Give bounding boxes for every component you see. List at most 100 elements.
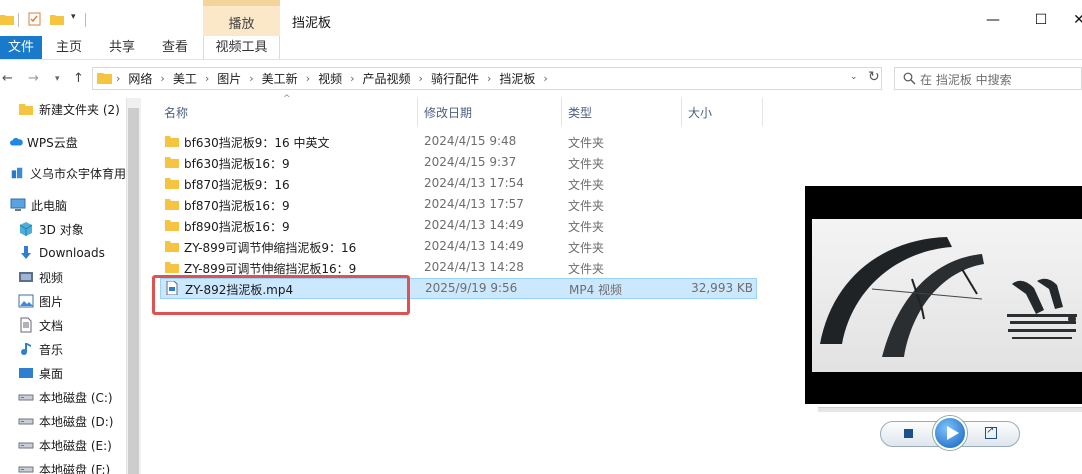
sidebar-item-3d-objects[interactable]: 3D 对象 [18, 218, 84, 240]
sidebar-item-label: 本地磁盘 (C:) [39, 390, 113, 405]
sidebar-item-pictures[interactable]: 图片 [18, 290, 63, 312]
download-icon [21, 246, 31, 259]
properties-icon[interactable] [28, 12, 42, 26]
sidebar-item-drive-c[interactable]: 本地磁盘 (C:) [18, 386, 113, 408]
sidebar-item-this-pc[interactable]: 此电脑 [10, 194, 67, 216]
sidebar-item-wps-cloud[interactable]: WPS云盘 [10, 131, 78, 153]
breadcrumb-cycling-accessories[interactable]: 骑行配件 [431, 70, 479, 87]
file-row[interactable]: ZY-899可调节伸缩挡泥板9：16 2024/4/13 14:49 文件夹 [160, 236, 757, 257]
file-type: 文件夹 [568, 199, 605, 213]
context-tab-header-strip [203, 0, 280, 6]
title-bar [0, 0, 1082, 36]
forward-arrow-icon[interactable]: → [28, 71, 39, 86]
sidebar-item-drive-e[interactable]: 本地磁盘 (E:) [18, 434, 112, 456]
folder-icon [165, 136, 179, 147]
breadcrumb-chevron-icon[interactable]: › [419, 72, 423, 85]
breadcrumb-chevron-icon[interactable]: › [543, 72, 547, 85]
folder-icon[interactable] [0, 12, 14, 26]
refresh-icon[interactable]: ↻ [868, 69, 880, 85]
sidebar-item-documents[interactable]: 文档 [18, 314, 63, 336]
sidebar-item-company[interactable]: 义乌市众宇体育用 [10, 162, 126, 184]
file-row[interactable]: bf630挡泥板16：9 2024/4/15 9:37 文件夹 [160, 152, 757, 173]
sidebar-item-drive-f[interactable]: 本地磁盘 (F:) [18, 458, 110, 474]
new-folder-icon[interactable] [50, 12, 64, 26]
breadcrumb-meigong[interactable]: 美工 [173, 70, 197, 87]
play-icon[interactable] [933, 416, 967, 450]
folder-icon [165, 220, 179, 231]
column-header-name[interactable]: 名称 [164, 104, 188, 121]
sidebar-item-label: 本地磁盘 (E:) [39, 438, 112, 453]
file-row[interactable]: bf870挡泥板9：16 2024/4/13 17:54 文件夹 [160, 173, 757, 194]
file-row[interactable]: bf890挡泥板16：9 2024/4/13 14:49 文件夹 [160, 215, 757, 236]
customize-quick-access-icon[interactable]: ▾ [71, 12, 76, 22]
seek-bar[interactable] [818, 407, 1082, 412]
sidebar-item-label: 视频 [39, 270, 64, 285]
tab-video-tools[interactable]: 视频工具 [203, 36, 280, 59]
sidebar-item-label: 3D 对象 [39, 222, 84, 237]
column-header-date[interactable]: 修改日期 [424, 104, 472, 121]
sidebar-item-desktop[interactable]: 桌面 [18, 362, 63, 384]
breadcrumb-product-videos[interactable]: 产品视频 [363, 70, 411, 87]
breadcrumb-chevron-icon[interactable]: › [350, 72, 354, 85]
tab-file[interactable]: 文件 [0, 36, 42, 59]
file-type: 文件夹 [568, 178, 605, 192]
sidebar-item-label: Downloads [39, 246, 105, 260]
breadcrumb-chevron-icon[interactable]: › [306, 72, 310, 85]
file-name: ZY-899可调节伸缩挡泥板9：16 [184, 241, 357, 255]
sidebar-item-new-folder-2[interactable]: 新建文件夹 (2) [18, 98, 120, 120]
file-date: 2024/4/13 17:54 [424, 176, 524, 190]
address-folder-icon [97, 73, 112, 84]
breadcrumb-pictures[interactable]: 图片 [217, 70, 241, 87]
column-divider[interactable] [762, 98, 763, 126]
sidebar-scrollbar-thumb[interactable] [128, 108, 139, 474]
sidebar-item-downloads[interactable]: Downloads [18, 242, 105, 264]
breadcrumb-chevron-icon[interactable]: › [487, 72, 491, 85]
stop-icon[interactable] [904, 429, 913, 438]
folder-icon [165, 199, 179, 210]
breadcrumb-videos[interactable]: 视频 [318, 70, 342, 87]
minimize-button[interactable]: — [978, 8, 1008, 32]
recent-locations-chevron-icon[interactable]: ▾ [55, 74, 60, 84]
breadcrumb-chevron-icon[interactable]: › [160, 72, 164, 85]
file-type: 文件夹 [568, 136, 605, 150]
drive-icon [18, 442, 34, 449]
file-type: MP4 视频 [569, 283, 623, 297]
tab-home[interactable]: 主页 [56, 36, 82, 59]
file-date: 2024/4/15 9:37 [424, 155, 517, 169]
sidebar-item-label: 桌面 [39, 366, 64, 381]
breadcrumb-chevron-icon: › [116, 72, 121, 85]
open-in-player-icon[interactable] [985, 425, 997, 439]
sidebar-item-music[interactable]: 音乐 [18, 338, 63, 360]
file-type: 文件夹 [568, 157, 605, 171]
file-type: 文件夹 [568, 220, 605, 234]
file-row[interactable]: bf630挡泥板9：16 中英文 2024/4/15 9:48 文件夹 [160, 131, 757, 152]
column-header-size[interactable]: 大小 [688, 104, 712, 121]
column-divider[interactable] [417, 98, 418, 126]
sidebar-item-drive-d[interactable]: 本地磁盘 (D:) [18, 410, 113, 432]
breadcrumb-chevron-icon[interactable]: › [205, 72, 209, 85]
breadcrumb-meigong-new[interactable]: 美工新 [262, 70, 298, 87]
tab-view[interactable]: 查看 [162, 36, 188, 59]
sidebar-item-label: 此电脑 [31, 198, 68, 213]
maximize-button[interactable]: ☐ [1026, 8, 1056, 32]
file-size: 32,993 KB [691, 281, 753, 295]
address-history-chevron-icon[interactable]: ⌄ [850, 72, 858, 82]
file-date: 2024/4/13 14:49 [424, 239, 524, 253]
breadcrumb-chevron-icon[interactable]: › [249, 72, 253, 85]
file-row[interactable]: bf870挡泥板16：9 2024/4/13 17:57 文件夹 [160, 194, 757, 215]
close-button[interactable]: ✕ [1064, 8, 1082, 32]
sidebar-item-videos[interactable]: 视频 [18, 266, 63, 288]
breadcrumb-fenders[interactable]: 挡泥板 [499, 70, 535, 87]
sidebar-item-label: WPS云盘 [27, 135, 78, 150]
column-divider[interactable] [561, 98, 562, 126]
column-header-type[interactable]: 类型 [568, 104, 592, 121]
company-icon [11, 167, 23, 179]
tab-share[interactable]: 共享 [109, 36, 135, 59]
file-name: bf630挡泥板9：16 中英文 [184, 136, 330, 150]
up-arrow-icon[interactable]: ↑ [73, 71, 84, 86]
folder-icon [165, 178, 179, 189]
music-icon [21, 343, 31, 356]
column-divider[interactable] [681, 98, 682, 126]
back-arrow-icon[interactable]: ← [2, 71, 13, 86]
breadcrumb-network[interactable]: 网络 [128, 70, 152, 87]
